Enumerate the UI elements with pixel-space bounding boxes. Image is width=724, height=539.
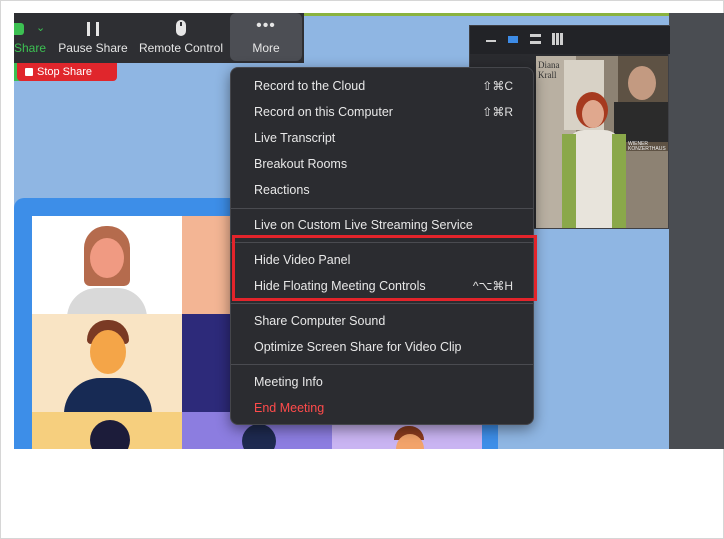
- menu-item-live-transcript[interactable]: Live Transcript: [231, 125, 533, 151]
- desktop-background: [669, 13, 724, 449]
- gallery-view-icon[interactable]: [552, 33, 564, 45]
- menu-separator: [231, 303, 533, 304]
- menu-item-reactions[interactable]: Reactions: [231, 177, 533, 203]
- annotation-highlight-box: [232, 235, 537, 301]
- stop-icon: [25, 68, 33, 76]
- menu-item-breakout-rooms[interactable]: Breakout Rooms: [231, 151, 533, 177]
- menu-item-label: Record on this Computer: [254, 105, 393, 119]
- remote-control-button[interactable]: Remote Control: [138, 13, 224, 61]
- menu-item-record-cloud[interactable]: Record to the Cloud ⇧⌘C: [231, 73, 533, 99]
- meeting-toolbar: ⌄ Share Pause Share Remote Control ••• M…: [14, 13, 304, 63]
- menu-item-shortcut: ⇧⌘C: [482, 79, 513, 93]
- video-panel-controls: [470, 26, 670, 54]
- menu-item-optimize-video[interactable]: Optimize Screen Share for Video Clip: [231, 334, 533, 360]
- more-label: More: [252, 41, 280, 55]
- menu-item-label: Reactions: [254, 183, 310, 197]
- grid-tile: [32, 314, 182, 412]
- menu-separator: [231, 208, 533, 209]
- stop-share-label: Stop Share: [37, 66, 93, 78]
- menu-item-label: Live Transcript: [254, 131, 336, 145]
- menu-separator: [231, 364, 533, 365]
- pause-share-button[interactable]: Pause Share: [58, 13, 128, 61]
- remote-control-label: Remote Control: [138, 41, 224, 55]
- share-icon: [14, 23, 24, 35]
- pause-icon: [87, 22, 99, 36]
- grid-tile: [32, 412, 182, 449]
- venue-text: WIENER KONZERTHAUS: [628, 141, 666, 152]
- menu-item-label: Record to the Cloud: [254, 79, 366, 93]
- shared-screen: ⌄ Share Pause Share Remote Control ••• M…: [14, 13, 724, 449]
- menu-item-end-meeting[interactable]: End Meeting: [231, 395, 533, 421]
- menu-item-label: Optimize Screen Share for Video Clip: [254, 340, 462, 354]
- menu-item-label: Breakout Rooms: [254, 157, 348, 171]
- menu-item-record-computer[interactable]: Record on this Computer ⇧⌘R: [231, 99, 533, 125]
- speaker-view-icon[interactable]: [530, 34, 541, 44]
- single-speaker-icon[interactable]: [508, 36, 518, 43]
- chevron-down-icon[interactable]: ⌄: [36, 21, 45, 34]
- minimize-icon[interactable]: [486, 40, 496, 42]
- mouse-icon: [176, 20, 186, 36]
- share-indicator-line: [304, 13, 724, 16]
- menu-item-meeting-info[interactable]: Meeting Info: [231, 369, 533, 395]
- share-label: Share: [14, 41, 47, 55]
- grid-tile: [32, 216, 182, 314]
- menu-item-label: Live on Custom Live Streaming Service: [254, 218, 473, 232]
- menu-item-label: End Meeting: [254, 401, 325, 415]
- menu-item-label: Meeting Info: [254, 375, 323, 389]
- screenshot-frame: ⌄ Share Pause Share Remote Control ••• M…: [0, 0, 724, 539]
- menu-item-share-sound[interactable]: Share Computer Sound: [231, 308, 533, 334]
- participant-video: Diana Krall WIENER KONZERTHAUS: [536, 56, 668, 228]
- more-button[interactable]: ••• More: [230, 13, 302, 61]
- menu-item-shortcut: ⇧⌘R: [482, 105, 513, 119]
- share-button[interactable]: ⌄ Share: [14, 13, 54, 61]
- more-dots-icon: •••: [256, 17, 276, 34]
- menu-item-label: Share Computer Sound: [254, 314, 386, 328]
- stop-share-button[interactable]: Stop Share: [17, 63, 117, 81]
- pause-share-label: Pause Share: [58, 41, 128, 55]
